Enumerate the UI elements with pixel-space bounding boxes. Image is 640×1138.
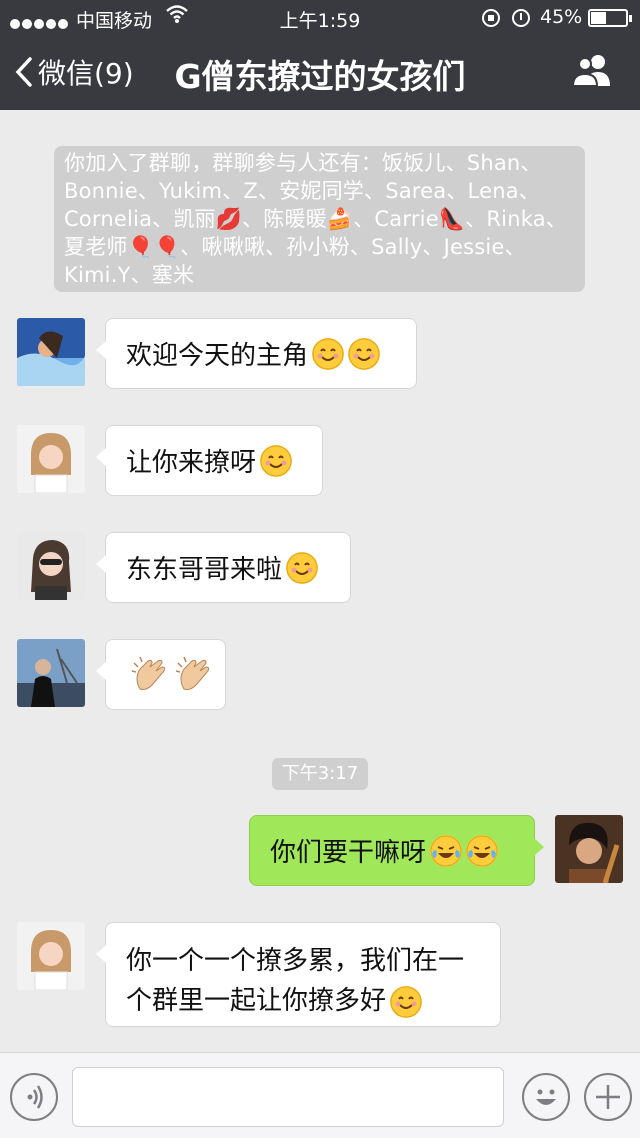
voice-icon: [27, 1085, 43, 1109]
smile-emoji-icon: [312, 337, 345, 370]
message-bubble[interactable]: [96, 639, 226, 710]
message-bubble[interactable]: 东东哥哥来啦: [96, 532, 351, 603]
group-members-icon[interactable]: [570, 52, 614, 88]
timestamp: 下午3:17: [272, 758, 368, 790]
smile-emoji-icon: [390, 985, 423, 1018]
message-bubble[interactable]: 你一个一个撩多累，我们在一个群里一起让你撩多好: [96, 922, 501, 1027]
rotation-lock-icon: [482, 9, 500, 27]
battery-percent: 45%: [540, 6, 583, 28]
input-bar: [0, 1052, 640, 1138]
system-message: 你加入了群聊，群聊参与人还有：饭饭儿、Shan、Bonnie、Yukim、Z、安…: [54, 146, 585, 292]
nav-bar: 微信(9) G僧东撩过的女孩们: [0, 34, 640, 110]
tears-of-joy-emoji-icon: [466, 834, 499, 867]
avatar-sender-2[interactable]: [17, 425, 85, 493]
message-text: 东东哥哥来啦: [126, 555, 283, 585]
clapping-hands-icon: [130, 655, 170, 695]
avatar-sender-2[interactable]: [17, 922, 85, 990]
message-text: 欢迎今天的主角: [126, 341, 309, 371]
clapping-hands-icon: [174, 655, 214, 695]
message-text: 让你来撩呀: [126, 448, 257, 478]
emoji-icon: [536, 1089, 556, 1105]
avatar-sender-1[interactable]: [17, 318, 85, 386]
chat-title: G僧东撩过的女孩们: [174, 57, 466, 96]
battery-fill: [591, 12, 606, 24]
message-text: 你们要干嘛呀: [270, 838, 427, 868]
message-bubble[interactable]: 让你来撩呀: [96, 425, 323, 496]
emoji-button[interactable]: [522, 1073, 570, 1121]
battery-icon: [588, 9, 632, 27]
plus-icon: [596, 1085, 620, 1109]
message-input[interactable]: [72, 1067, 504, 1127]
avatar-sender-3[interactable]: [17, 532, 85, 600]
smile-emoji-icon: [348, 337, 381, 370]
avatar-sender-4[interactable]: [17, 639, 85, 707]
smile-emoji-icon: [260, 444, 293, 477]
status-bar: 中国移动 上午1:59 45%: [0, 0, 640, 34]
more-actions-button[interactable]: [584, 1073, 632, 1121]
voice-toggle-button[interactable]: [10, 1073, 58, 1121]
chat-area[interactable]: 你加入了群聊，群聊参与人还有：饭饭儿、Shan、Bonnie、Yukim、Z、安…: [0, 110, 640, 1052]
own-message-bubble[interactable]: 你们要干嘛呀: [249, 815, 544, 886]
tears-of-joy-emoji-icon: [430, 834, 463, 867]
own-avatar[interactable]: [555, 815, 623, 883]
alarm-icon: [512, 9, 530, 27]
smile-emoji-icon: [286, 551, 319, 584]
header: 中国移动 上午1:59 45% 微信(9) G僧东撩过的女孩们: [0, 0, 640, 110]
message-bubble[interactable]: 欢迎今天的主角: [96, 318, 417, 389]
